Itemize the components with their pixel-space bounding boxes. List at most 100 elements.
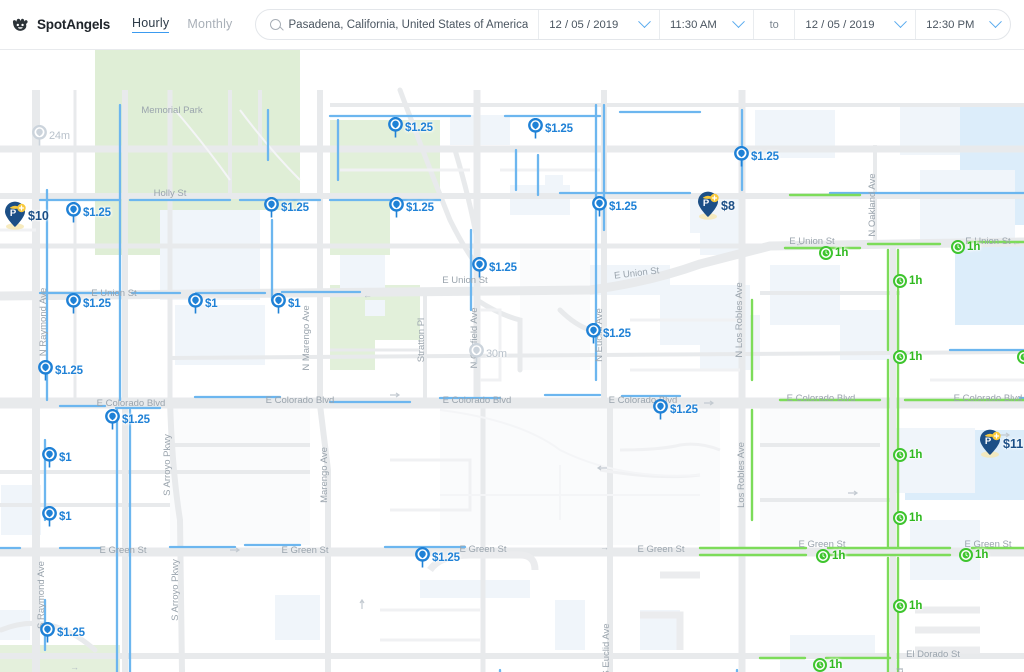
parking-meter-icon bbox=[527, 117, 544, 139]
start-date-select[interactable]: 12 / 05 / 2019 bbox=[539, 10, 660, 39]
svg-text:←: ← bbox=[1012, 237, 1021, 247]
parking-map[interactable]: ← → ← → ← Memorial Park Holly St E Union S… bbox=[0, 50, 1024, 672]
marker-time-limit-label: 1h bbox=[909, 351, 923, 363]
marker-price-label: $1.25 bbox=[751, 150, 779, 163]
street-label: S Raymond Ave bbox=[36, 561, 47, 629]
parking-meter-icon bbox=[104, 408, 121, 430]
parking-meter-marker[interactable]: $1.25 bbox=[733, 145, 779, 167]
marker-price-label: $1.25 bbox=[545, 122, 573, 135]
free-parking-marker[interactable]: 1h bbox=[813, 658, 842, 672]
marker-price-label: $8 bbox=[721, 198, 735, 213]
marker-price-label: $1.25 bbox=[489, 261, 517, 274]
tab-hourly[interactable]: Hourly bbox=[132, 16, 170, 33]
brand-name: SpotAngels bbox=[37, 17, 111, 32]
free-parking-marker[interactable]: 1h bbox=[893, 274, 922, 288]
spotangels-logo-icon bbox=[11, 15, 30, 34]
parking-meter-marker[interactable]: $1.25 bbox=[65, 292, 111, 314]
street-label: N Oakland Ave bbox=[867, 173, 878, 236]
parking-meter-icon bbox=[187, 292, 204, 314]
location-search-value: Pasadena, California, United States of A… bbox=[288, 18, 529, 31]
parking-lot-marker[interactable]: P $11 bbox=[977, 429, 1023, 458]
parking-lot-marker[interactable]: P $10 bbox=[2, 201, 49, 230]
marker-time-limit-label: 1h bbox=[835, 247, 849, 259]
free-parking-marker[interactable]: 1h bbox=[1017, 350, 1024, 364]
marker-time-limit-label: 1h bbox=[909, 275, 923, 287]
parking-meter-marker[interactable]: $1.25 bbox=[37, 359, 83, 381]
marker-price-label: $1 bbox=[59, 510, 72, 523]
start-time-select[interactable]: 11:30 AM bbox=[660, 10, 754, 39]
parking-meter-marker[interactable]: $1 bbox=[187, 292, 218, 314]
parking-meter-marker[interactable]: $1.25 bbox=[387, 116, 433, 138]
parking-meter-marker[interactable]: $1.25 bbox=[39, 621, 85, 643]
parking-meter-icon bbox=[471, 256, 488, 278]
parking-meter-icon bbox=[388, 196, 405, 218]
free-parking-marker[interactable]: 1h bbox=[951, 240, 980, 254]
start-date-value: 12 / 05 / 2019 bbox=[549, 18, 619, 31]
street-label: E Green St bbox=[638, 544, 685, 555]
free-parking-marker[interactable]: 1h bbox=[819, 246, 848, 260]
parking-meter-icon bbox=[387, 116, 404, 138]
street-label: N Marengo Ave bbox=[301, 305, 312, 370]
marker-price-label: $1.25 bbox=[406, 201, 434, 214]
clock-icon bbox=[816, 549, 830, 563]
street-label: E Colorado Blvd bbox=[97, 398, 166, 409]
marker-price-label: $1 bbox=[59, 451, 72, 464]
parking-meter-icon bbox=[585, 322, 602, 344]
clock-icon bbox=[813, 658, 827, 672]
svg-text:P: P bbox=[10, 208, 17, 219]
tab-monthly[interactable]: Monthly bbox=[187, 17, 232, 33]
parking-meter-marker[interactable]: $1.25 bbox=[388, 196, 434, 218]
free-parking-marker[interactable]: 1h bbox=[893, 448, 922, 462]
free-parking-marker[interactable]: 1h bbox=[816, 549, 845, 563]
parking-lot-pin-icon: P bbox=[977, 429, 1003, 458]
parking-lot-pin-icon: P bbox=[2, 201, 28, 230]
location-search-field[interactable]: Pasadena, California, United States of A… bbox=[256, 10, 540, 39]
search-bar: Pasadena, California, United States of A… bbox=[254, 9, 1011, 40]
parking-meter-marker[interactable]: $1.25 bbox=[527, 117, 573, 139]
parking-meter-marker[interactable]: $1.25 bbox=[263, 196, 309, 218]
free-parking-marker[interactable]: 1h bbox=[893, 511, 922, 525]
free-parking-marker[interactable]: 1h bbox=[893, 599, 922, 613]
svg-text:←: ← bbox=[363, 290, 372, 300]
parking-meter-marker[interactable]: $1.25 bbox=[591, 195, 637, 217]
parking-meter-marker[interactable]: $1.25 bbox=[585, 322, 631, 344]
end-time-select[interactable]: 12:30 PM bbox=[916, 10, 1010, 39]
marker-time-limit-label: 1h bbox=[975, 549, 989, 561]
parking-lot-marker[interactable]: P $8 bbox=[695, 191, 735, 220]
marker-price-label: $1.25 bbox=[55, 364, 83, 377]
parking-meter-icon bbox=[414, 546, 431, 568]
street-label: S Euclid Ave bbox=[601, 623, 612, 672]
clock-icon bbox=[893, 448, 907, 462]
parking-meter-marker[interactable]: $1.25 bbox=[104, 408, 150, 430]
parking-meter-marker[interactable]: $1.25 bbox=[471, 256, 517, 278]
parking-meter-marker[interactable]: $1 bbox=[41, 505, 72, 527]
parking-meter-marker[interactable]: $1.25 bbox=[65, 201, 111, 223]
street-label: E Green St bbox=[100, 545, 147, 556]
street-label: Holly St bbox=[154, 188, 187, 199]
parking-meter-marker[interactable]: $1.25 bbox=[414, 546, 460, 568]
street-label: E Green St bbox=[460, 544, 507, 555]
marker-time-limit-label: 1h bbox=[909, 512, 923, 524]
marker-price-label: $1.25 bbox=[281, 201, 309, 214]
free-parking-marker[interactable]: 1h bbox=[959, 548, 988, 562]
end-date-select[interactable]: 12 / 05 / 2019 bbox=[795, 10, 917, 39]
marker-price-label: $1 bbox=[205, 297, 218, 310]
parking-meter-marker-unavailable[interactable]: 30m bbox=[468, 342, 507, 364]
street-label: E Colorado Blvd bbox=[954, 393, 1023, 404]
street-label: Los Robles Ave bbox=[736, 442, 747, 508]
marker-price-label: $1.25 bbox=[670, 403, 698, 416]
clock-icon bbox=[893, 511, 907, 525]
chevron-down-icon bbox=[732, 15, 745, 29]
brand[interactable]: SpotAngels bbox=[11, 15, 110, 34]
end-date-value: 12 / 05 / 2019 bbox=[805, 18, 875, 31]
street-label: S Arroyo Pkwy bbox=[162, 434, 173, 496]
parking-meter-marker[interactable]: $1 bbox=[270, 292, 301, 314]
parking-meter-marker[interactable]: $1 bbox=[41, 446, 72, 468]
free-parking-marker[interactable]: 1h bbox=[893, 350, 922, 364]
marker-time-limit-label: 1h bbox=[967, 241, 981, 253]
marker-price-label: $10 bbox=[28, 208, 49, 223]
parking-meter-marker[interactable]: $1.25 bbox=[652, 398, 698, 420]
parking-meter-icon bbox=[591, 195, 608, 217]
parking-meter-marker-unavailable[interactable]: 24m bbox=[31, 124, 70, 146]
parking-meter-icon bbox=[65, 292, 82, 314]
